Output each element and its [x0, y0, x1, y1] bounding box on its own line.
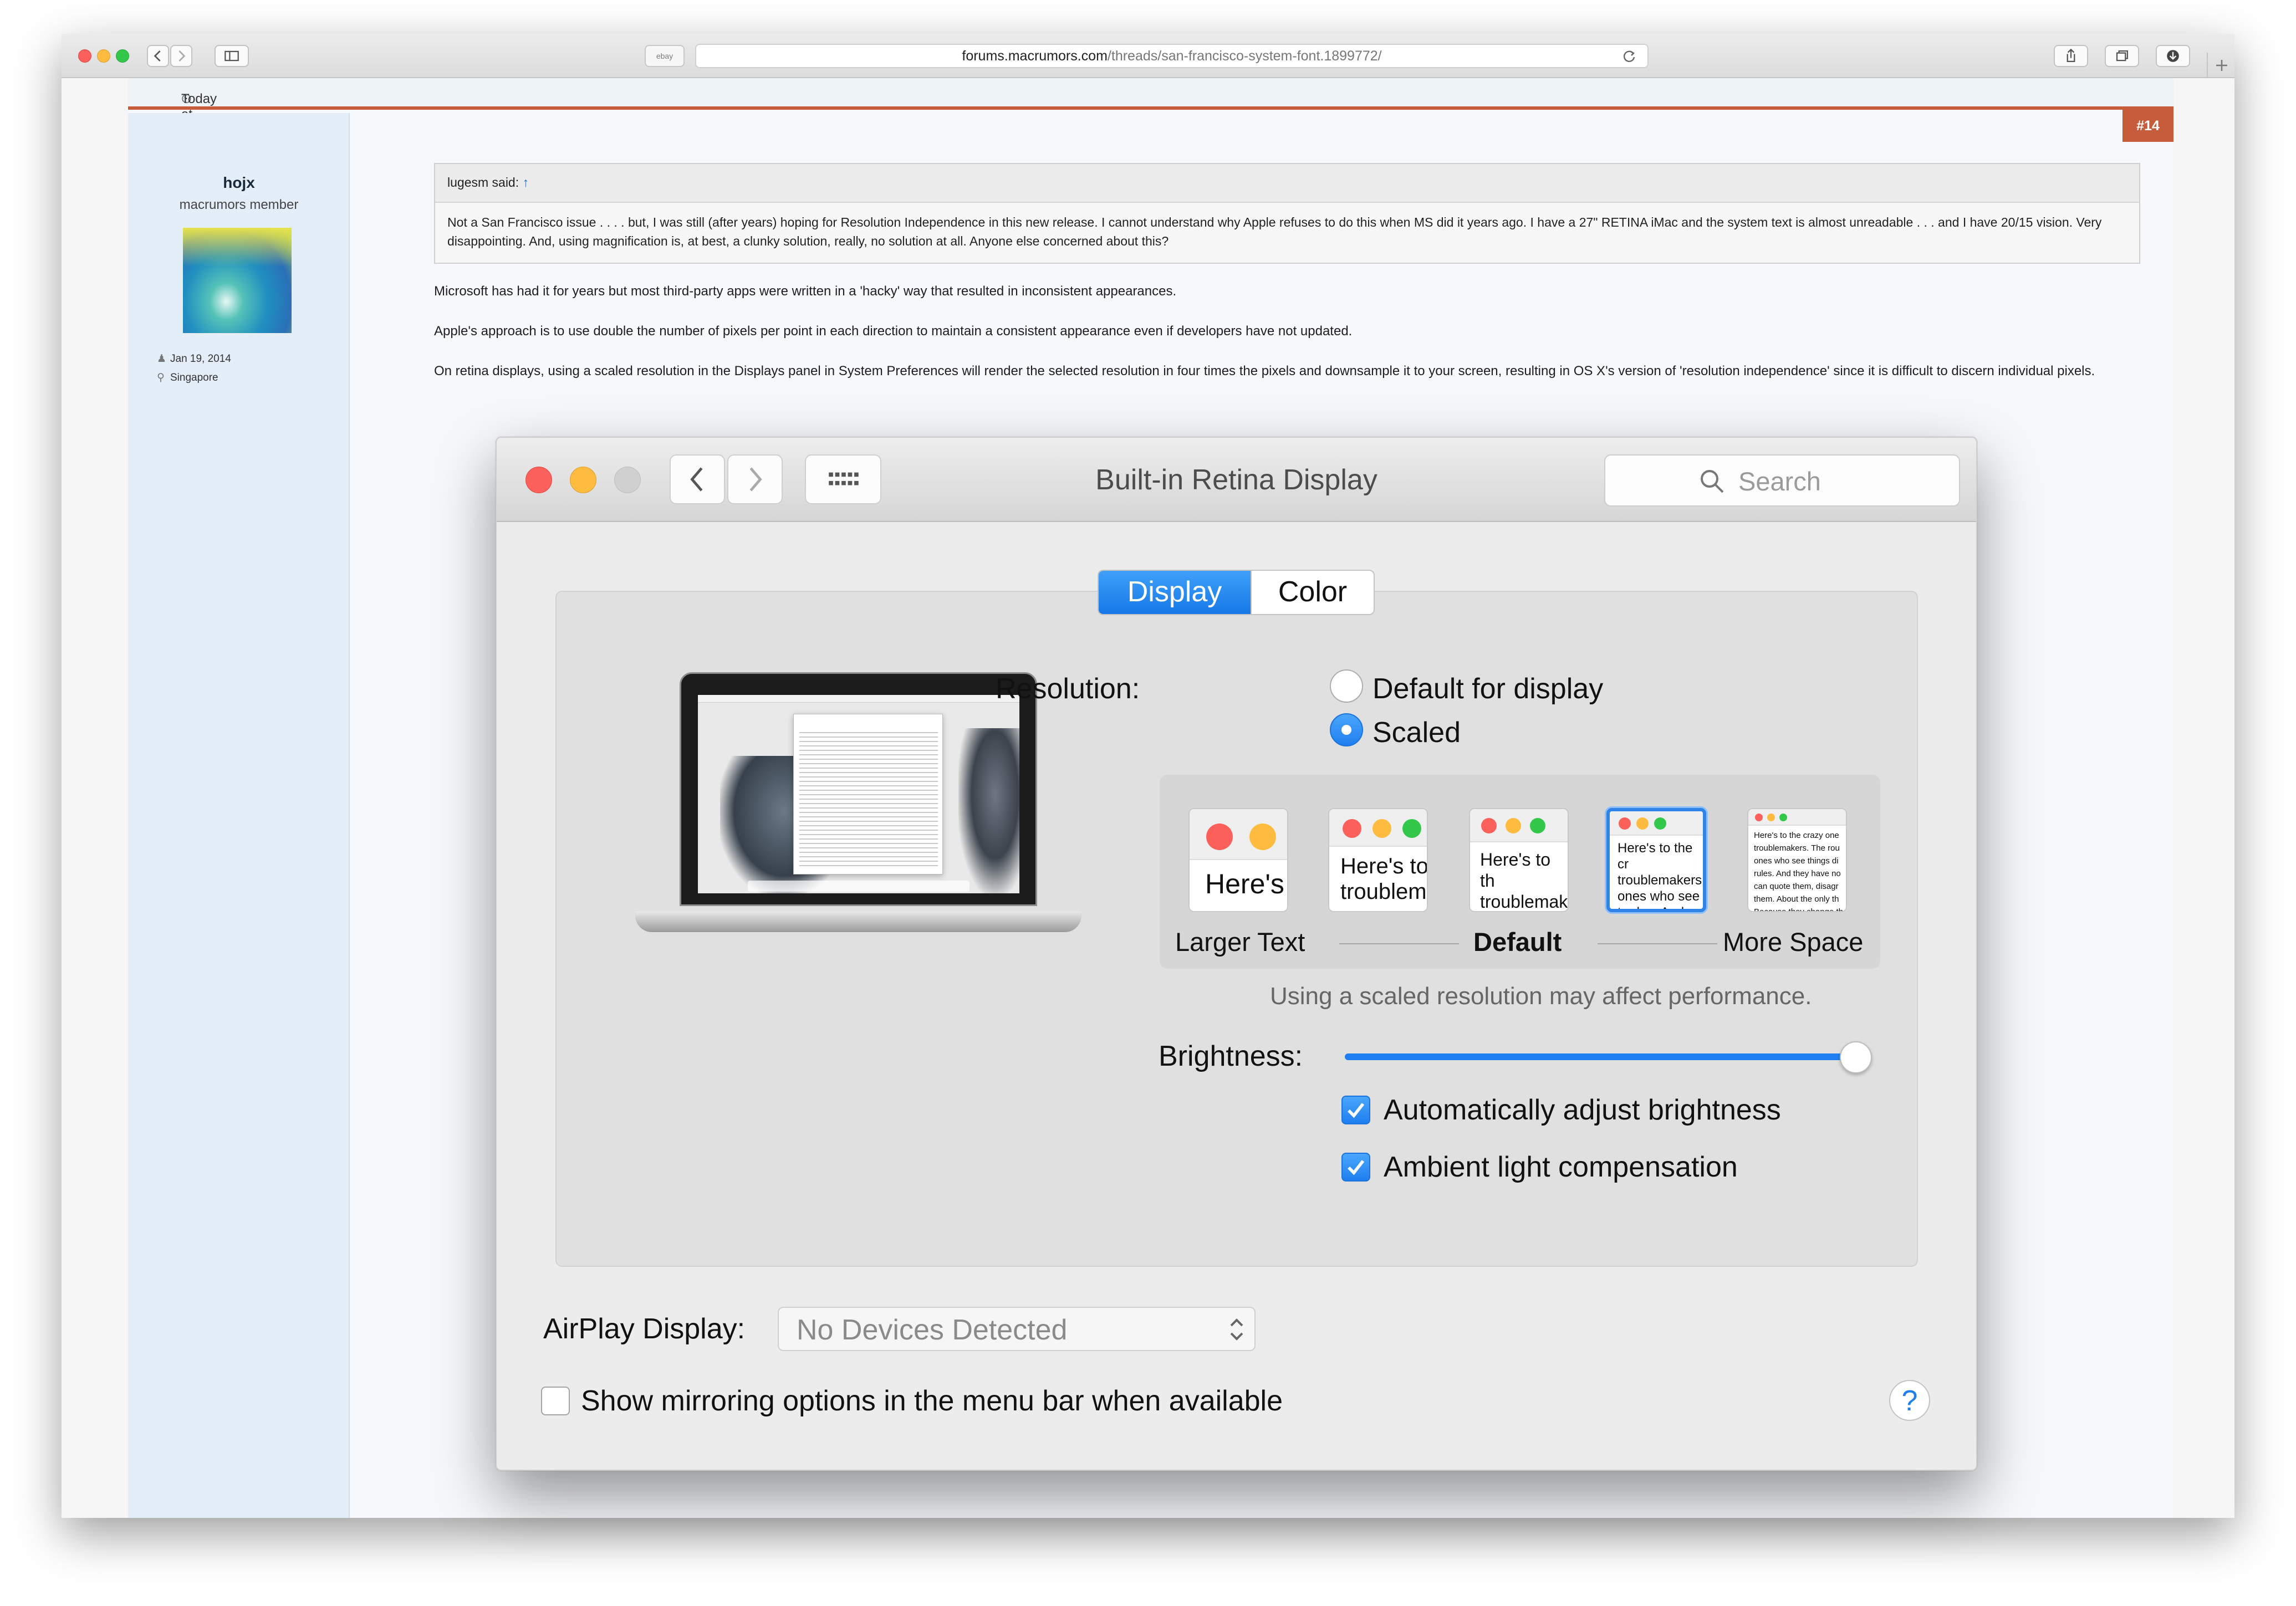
tab-color[interactable]: Color: [1251, 571, 1374, 614]
prefs-forward-button[interactable]: [727, 454, 783, 504]
default-label: Default: [1473, 927, 1562, 957]
forward-button[interactable]: [170, 45, 192, 67]
back-arrow-icon: [690, 467, 703, 492]
display-color-tabs: Display Color: [1098, 570, 1375, 615]
scale-divider: [1598, 943, 1717, 944]
scaled-radio[interactable]: [1330, 713, 1363, 746]
auto-brightness-label[interactable]: Automatically adjust brightness: [1384, 1093, 1781, 1127]
forward-arrow-icon: [749, 467, 762, 492]
ambient-light-label[interactable]: Ambient light compensation: [1384, 1150, 1738, 1184]
back-button[interactable]: [147, 45, 169, 67]
prefs-zoom-button[interactable]: [614, 467, 641, 493]
scaled-resolution-picker: Here's Here's to troublem Here's to th t…: [1160, 775, 1880, 969]
auto-brightness-checkbox[interactable]: [1341, 1096, 1370, 1124]
quote-jump-link[interactable]: ↑: [523, 175, 529, 190]
scale-divider: [1339, 943, 1459, 944]
airplay-display-popup[interactable]: No Devices Detected: [778, 1307, 1256, 1351]
larger-text-label: Larger Text: [1175, 927, 1305, 957]
favorites-tab[interactable]: ebay: [645, 45, 685, 67]
reload-icon[interactable]: [1621, 48, 1637, 65]
quote-text: Not a San Francisco issue . . . . but, I…: [447, 215, 2102, 248]
laptop-illustration: [680, 672, 1037, 906]
post-number-badge[interactable]: #14: [2122, 110, 2173, 142]
laptop-screen-image: [698, 695, 1019, 893]
more-space-label: More Space: [1723, 927, 1864, 957]
share-button[interactable]: [2054, 45, 2088, 67]
mirroring-options-label[interactable]: Show mirroring options in the menu bar w…: [581, 1384, 1283, 1418]
forward-arrow-icon: [178, 50, 186, 62]
checkmark-icon: [1348, 1103, 1365, 1118]
post-paragraph: Apple's approach is to use double the nu…: [434, 324, 1353, 339]
search-icon: [1701, 470, 1724, 493]
location-pin-icon: ⚲: [157, 372, 165, 383]
tabs-icon: [2116, 50, 2129, 62]
author-name[interactable]: hojx: [128, 174, 350, 192]
scale-option-more-space[interactable]: Here's to the crazy one troublemakers. T…: [1747, 808, 1847, 912]
minimize-window-button[interactable]: [97, 49, 110, 63]
checkmark-icon: [1348, 1160, 1365, 1175]
avatar[interactable]: [183, 228, 292, 333]
url-domain: forums.macrumors.com: [962, 48, 1108, 64]
tab-display[interactable]: Display: [1099, 571, 1251, 614]
plus-icon: [2216, 60, 2227, 71]
url-path: /threads/san-francisco-system-font.18997…: [1107, 48, 1382, 64]
address-bar[interactable]: forums.macrumors.com/threads/san-francis…: [695, 44, 1649, 68]
search-placeholder: Search: [1738, 467, 1821, 496]
quote-block: lugesm said: ↑ Not a San Francisco issue…: [434, 163, 2140, 264]
prefs-close-button[interactable]: [525, 467, 552, 493]
resolution-label: Resolution:: [996, 673, 1140, 705]
author-location: ⚲ Singapore: [157, 372, 218, 383]
tabs-overview-button[interactable]: [2105, 45, 2139, 67]
share-icon: [2067, 48, 2075, 63]
scale-option-1[interactable]: Here's: [1188, 808, 1288, 912]
user-icon: ♟: [157, 353, 167, 365]
show-all-button[interactable]: [805, 454, 881, 504]
sidebar-button[interactable]: [215, 45, 249, 67]
help-button[interactable]: ?: [1889, 1380, 1930, 1421]
grid-icon: [829, 472, 859, 485]
scaled-label[interactable]: Scaled: [1373, 716, 1461, 749]
performance-warning: Using a scaled resolution may affect per…: [1270, 983, 1812, 1010]
default-for-display-radio[interactable]: [1330, 669, 1363, 703]
ambient-light-checkbox[interactable]: [1341, 1153, 1370, 1182]
prefs-minimize-button[interactable]: [570, 467, 596, 493]
scale-option-default[interactable]: Here's to th troublemak ones who: [1469, 808, 1569, 912]
airplay-display-value: No Devices Detected: [797, 1314, 1068, 1346]
post-paragraph: Microsoft has had it for years but most …: [434, 284, 1177, 299]
quote-header: lugesm said: ↑: [435, 164, 2139, 203]
scale-option-selected[interactable]: Here's to the cr troublemakers. ones who…: [1606, 808, 1706, 912]
post-date-bar: ⏲ Today at 7:34 AM: [128, 78, 2173, 153]
scale-option-2[interactable]: Here's to troublem: [1328, 808, 1428, 912]
downloads-button[interactable]: [2156, 45, 2190, 67]
back-arrow-icon: [154, 50, 161, 62]
display-preferences-window: Built-in Retina Display Search Display C…: [496, 437, 1977, 1471]
close-window-button[interactable]: [78, 49, 91, 63]
author-joined: ♟ Jan 19, 2014: [157, 353, 231, 365]
airplay-display-label: AirPlay Display:: [543, 1313, 746, 1345]
new-tab-button[interactable]: [2207, 53, 2234, 78]
post-author-sidebar: hojx macrumors member ♟ Jan 19, 2014 ⚲ Sin…: [128, 113, 350, 1518]
brightness-label: Brightness:: [1159, 1040, 1303, 1072]
author-title: macrumors member: [179, 197, 299, 212]
brightness-slider[interactable]: [1345, 1053, 1860, 1060]
download-icon: [2167, 50, 2179, 62]
popup-chevron-icon: [1230, 1318, 1243, 1341]
brightness-slider-knob[interactable]: [1840, 1041, 1872, 1073]
sidebar-icon: [225, 50, 239, 62]
prefs-titlebar: Built-in Retina Display Search: [497, 438, 1976, 522]
browser-toolbar: ebay forums.macrumors.com/threads/san-fr…: [62, 34, 2234, 78]
laptop-base: [635, 911, 1081, 932]
prefs-back-button[interactable]: [670, 454, 725, 504]
post-paragraph: On retina displays, using a scaled resol…: [434, 364, 2095, 379]
zoom-window-button[interactable]: [116, 49, 129, 63]
default-for-display-label[interactable]: Default for display: [1373, 672, 1603, 705]
prefs-search-field[interactable]: Search: [1604, 454, 1960, 507]
mirroring-options-checkbox[interactable]: [541, 1387, 570, 1415]
